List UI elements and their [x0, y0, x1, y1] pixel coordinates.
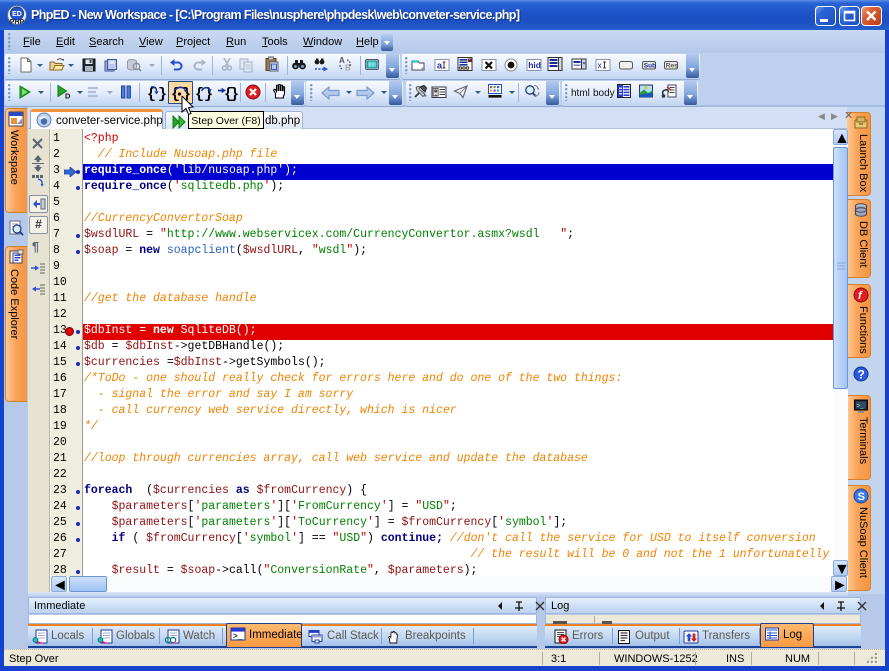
svg-text:}: } — [230, 86, 239, 102]
svg-text:Res: Res — [666, 63, 678, 70]
svg-text:PHP: PHP — [10, 19, 25, 25]
svg-text:hid: hid — [528, 60, 541, 70]
svg-text:?: ? — [858, 368, 865, 382]
svg-text:ED: ED — [12, 11, 22, 18]
svg-text:}: } — [158, 86, 167, 102]
svg-text:S: S — [858, 491, 865, 503]
svg-text:{: { — [148, 86, 156, 102]
svg-text:D: D — [65, 92, 71, 101]
svg-text:Sub: Sub — [644, 63, 656, 70]
svg-text:>_: >_ — [857, 404, 865, 410]
svg-text:>_: >_ — [233, 632, 243, 641]
